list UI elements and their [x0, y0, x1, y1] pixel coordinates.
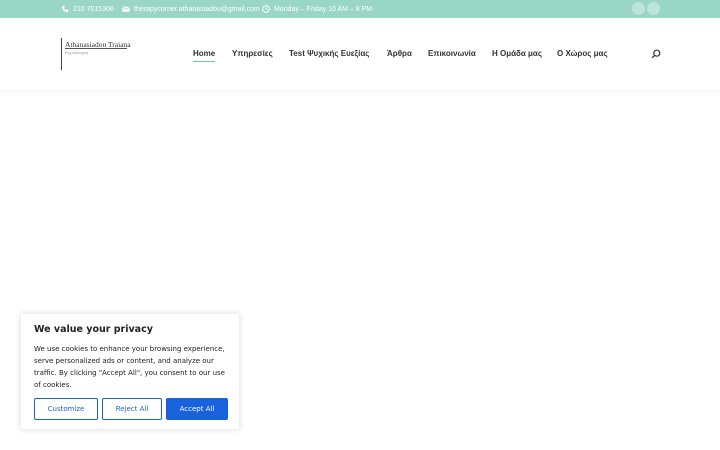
logo-rule — [65, 48, 127, 49]
nav-articles[interactable]: Άρθρα — [387, 49, 412, 61]
nav-space[interactable]: Ο Χώρος μας — [557, 49, 608, 61]
clock-icon — [262, 5, 270, 13]
instagram-icon[interactable] — [647, 2, 660, 15]
hours-text: Monday – Friday 10 AM – 8 PM — [274, 5, 373, 13]
phone-contact[interactable]: 210 7015306 — [61, 3, 114, 15]
search-icon[interactable] — [651, 49, 661, 59]
facebook-icon[interactable] — [632, 2, 645, 15]
nav-home[interactable]: Home — [193, 49, 216, 62]
email-address: therapycorner.athanasiadou@gmail.com — [134, 5, 260, 13]
opening-hours: Monday – Friday 10 AM – 8 PM — [262, 3, 372, 15]
nav-contact[interactable]: Επικοινωνία — [428, 49, 476, 61]
nav-services[interactable]: Υπηρεσίες — [232, 49, 273, 61]
nav-team[interactable]: Η Ομάδα μας — [492, 49, 542, 61]
phone-number: 210 7015306 — [73, 5, 114, 13]
mail-icon — [122, 6, 130, 12]
top-info-bar: 210 7015306 therapycorner.athanasiadou@g… — [0, 0, 720, 18]
customize-button[interactable]: Customize — [34, 398, 98, 420]
site-logo[interactable]: Athanasiadou Traiana Psychologist — [61, 38, 136, 70]
cookie-consent-banner: We value your privacy We use cookies to … — [20, 313, 240, 430]
reject-all-button[interactable]: Reject All — [102, 398, 162, 420]
logo-subtitle: Psychologist — [65, 51, 89, 55]
nav-wellbeing-test[interactable]: Test Ψυχικής Ευεξίας — [289, 49, 369, 61]
email-contact[interactable]: therapycorner.athanasiadou@gmail.com — [122, 3, 260, 15]
phone-icon — [61, 5, 69, 13]
site-header: Athanasiadou Traiana Psychologist Home Υ… — [0, 18, 720, 90]
accept-all-button[interactable]: Accept All — [166, 398, 228, 420]
logo-divider — [61, 38, 62, 70]
cookie-title: We value your privacy — [34, 324, 153, 335]
cookie-description: We use cookies to enhance your browsing … — [34, 345, 225, 389]
